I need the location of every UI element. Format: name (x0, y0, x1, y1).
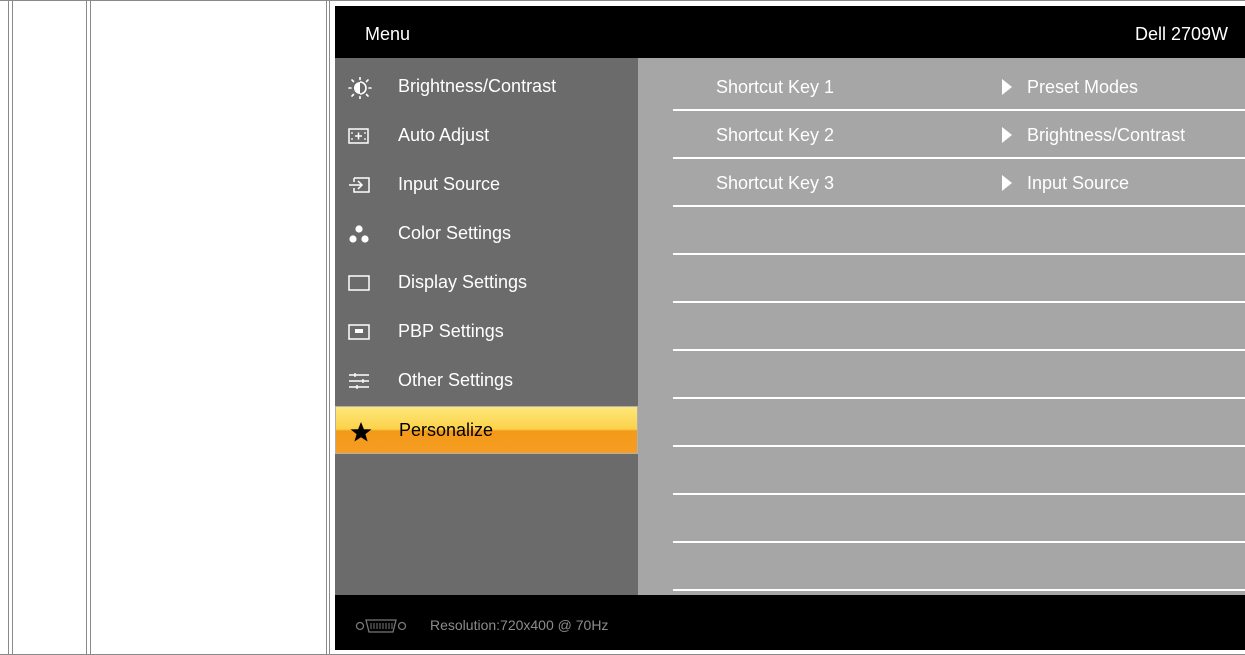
empty-row (673, 399, 1245, 447)
osd-main-menu: Brightness/Contrast Auto Adjust Input So… (335, 58, 638, 595)
play-arrow-icon (1002, 79, 1012, 95)
shortcut-key-1-row[interactable]: Shortcut Key 1 Preset Modes (673, 63, 1245, 111)
other-settings-icon (348, 371, 370, 391)
table-divider (326, 0, 327, 655)
empty-row (673, 495, 1245, 543)
display-settings-icon (348, 273, 370, 293)
empty-row (673, 351, 1245, 399)
menu-item-brightness-contrast[interactable]: Brightness/Contrast (335, 63, 638, 111)
menu-item-other-settings[interactable]: Other Settings (335, 357, 638, 405)
menu-item-pbp-settings[interactable]: PBP Settings (335, 308, 638, 356)
table-divider (329, 0, 330, 655)
table-divider (8, 0, 9, 655)
menu-item-label: Display Settings (398, 272, 528, 292)
empty-row (673, 543, 1245, 591)
page-top-border (0, 0, 1245, 1)
play-arrow-icon (1002, 175, 1012, 191)
menu-item-personalize[interactable]: Personalize (335, 406, 638, 454)
color-settings-icon (348, 224, 370, 244)
play-arrow-icon (1002, 127, 1012, 143)
empty-row (673, 255, 1245, 303)
pbp-settings-icon (348, 322, 370, 342)
menu-item-label: Auto Adjust (398, 125, 490, 145)
shortcut-key-label: Shortcut Key 3 (716, 173, 835, 193)
menu-item-label: Personalize (399, 420, 494, 440)
menu-item-label: PBP Settings (398, 321, 504, 341)
shortcut-key-2-row[interactable]: Shortcut Key 2 Brightness/Contrast (673, 111, 1245, 159)
menu-item-label: Other Settings (398, 370, 514, 390)
auto-adjust-icon (348, 126, 370, 146)
table-divider (12, 0, 13, 655)
brightness-icon (348, 76, 372, 100)
shortcut-key-value: Brightness/Contrast (1027, 125, 1186, 145)
menu-item-auto-adjust[interactable]: Auto Adjust (335, 112, 638, 160)
osd-menu-screenshot: Menu Dell 2709W Brightness/Contrast Auto… (335, 6, 1245, 650)
empty-row (673, 207, 1245, 255)
vga-connector-icon (355, 618, 407, 634)
menu-item-label: Input Source (398, 174, 501, 194)
shortcut-key-3-row[interactable]: Shortcut Key 3 Input Source (673, 159, 1245, 207)
osd-header: Menu Dell 2709W (335, 6, 1245, 58)
star-icon (349, 421, 372, 442)
table-divider (86, 0, 87, 655)
menu-item-label: Brightness/Contrast (398, 76, 557, 96)
menu-item-input-source[interactable]: Input Source (335, 161, 638, 209)
shortcut-key-label: Shortcut Key 1 (716, 77, 835, 97)
empty-row (673, 303, 1245, 351)
monitor-model: Dell 2709W (1135, 24, 1229, 44)
table-divider (90, 0, 91, 655)
input-source-icon (348, 175, 370, 195)
osd-submenu: Shortcut Key 1 Preset Modes Shortcut Key… (638, 58, 1245, 595)
shortcut-key-value: Input Source (1027, 173, 1130, 193)
menu-item-display-settings[interactable]: Display Settings (335, 259, 638, 307)
osd-footer: Resolution:720x400 @ 70Hz (335, 595, 1245, 650)
shortcut-key-value: Preset Modes (1027, 77, 1139, 97)
resolution-status: Resolution:720x400 @ 70Hz (430, 617, 609, 633)
shortcut-key-label: Shortcut Key 2 (716, 125, 835, 145)
menu-item-label: Color Settings (398, 223, 512, 243)
osd-title: Menu (365, 24, 411, 44)
menu-item-color-settings[interactable]: Color Settings (335, 210, 638, 258)
empty-row (673, 447, 1245, 495)
